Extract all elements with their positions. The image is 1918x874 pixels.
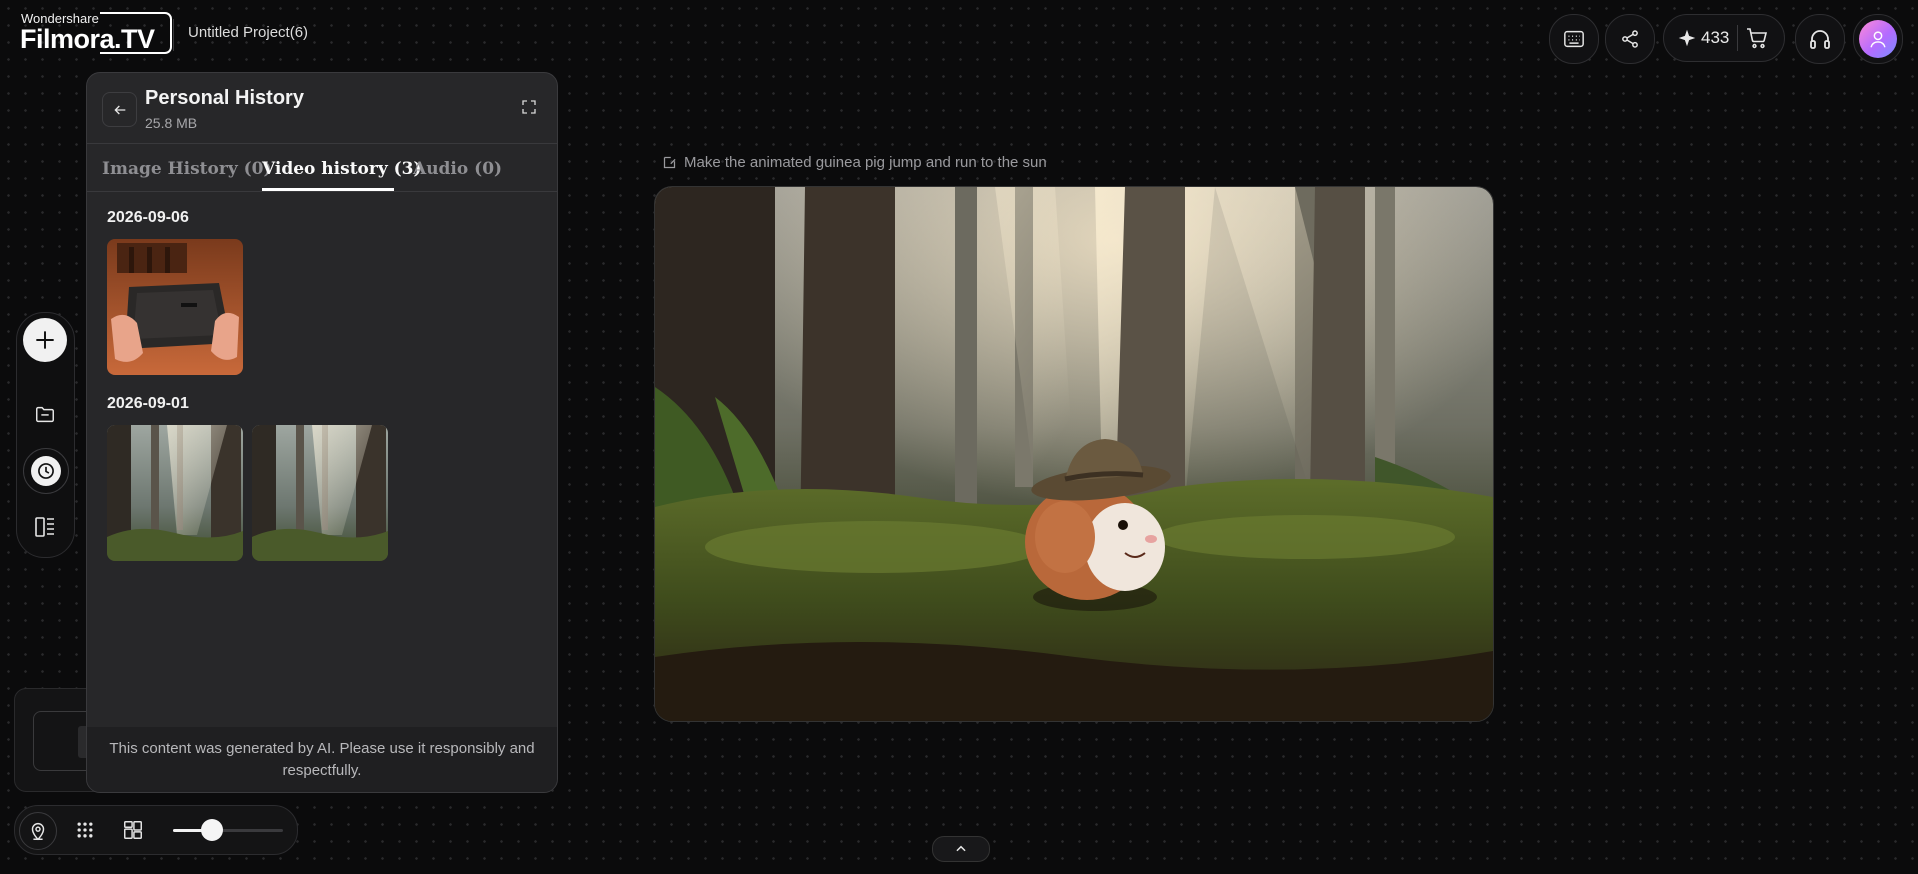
divider: [173, 19, 174, 51]
tab-audio[interactable]: Audio (0): [413, 159, 502, 179]
headset-icon: [1810, 30, 1830, 49]
sparkle-icon: [1678, 29, 1696, 47]
folder-button[interactable]: [23, 392, 67, 436]
canvas-toolbar: [14, 805, 298, 855]
share-icon: [1622, 30, 1638, 48]
history-icon: [31, 456, 61, 486]
divider: [87, 143, 557, 144]
templates-button[interactable]: [23, 505, 67, 549]
cart-icon[interactable]: [1745, 26, 1769, 50]
project-name[interactable]: Untitled Project(6): [188, 24, 308, 41]
date-group-label: 2026-09-06: [107, 209, 189, 226]
chevron-up-icon: [956, 845, 966, 852]
divider: [1737, 25, 1739, 51]
video-thumbnail[interactable]: [252, 425, 388, 561]
zoom-slider-handle[interactable]: [200, 819, 223, 841]
grid-view-button[interactable]: [67, 812, 103, 848]
edit-prompt-icon: [663, 156, 676, 169]
location-pin-icon: [31, 823, 45, 841]
prompt-text: Make the animated guinea pig jump and ru…: [684, 154, 1047, 171]
video-thumbnail[interactable]: [107, 239, 243, 375]
layout-icon: [35, 517, 54, 537]
video-preview[interactable]: [654, 186, 1494, 722]
ai-disclaimer: This content was generated by AI. Please…: [87, 727, 557, 792]
keyboard-icon: [1564, 30, 1584, 48]
history-button[interactable]: [23, 448, 69, 494]
date-group-label: 2026-09-01: [107, 395, 189, 412]
video-thumbnail[interactable]: [107, 425, 243, 561]
forest-video-preview: [252, 425, 388, 561]
avatar: [1859, 20, 1897, 58]
panel-title: Personal History: [145, 87, 304, 109]
user-icon: [1870, 31, 1886, 48]
guinea-pig-forest-scene: [655, 187, 1493, 721]
add-button[interactable]: [23, 318, 67, 362]
divider: [87, 191, 557, 192]
share-button[interactable]: [1605, 14, 1655, 64]
tab-video-history[interactable]: Video history (3): [262, 159, 422, 179]
storage-size: 25.8 MB: [145, 115, 198, 131]
brand-frame: [100, 12, 172, 54]
keyboard-shortcuts-button[interactable]: [1549, 14, 1599, 64]
plus-icon: [36, 331, 54, 349]
collapse-panel-button[interactable]: [932, 836, 990, 862]
personal-history-panel: Personal History 25.8 MB Image History (…: [86, 72, 558, 793]
back-button[interactable]: [102, 92, 137, 127]
layout-view-button[interactable]: [115, 812, 151, 848]
expand-icon[interactable]: [521, 99, 537, 115]
credits-cart-group[interactable]: 433: [1663, 14, 1785, 62]
folder-icon: [36, 406, 54, 423]
dots-grid-icon: [77, 822, 93, 838]
user-avatar-button[interactable]: [1853, 14, 1903, 64]
layout-grid-icon: [124, 821, 142, 839]
credits-count: 433: [1701, 28, 1730, 47]
forest-video-preview: [107, 425, 243, 561]
support-button[interactable]: [1795, 14, 1845, 64]
tab-image-history[interactable]: Image History (0): [102, 159, 272, 179]
clock-icon: [38, 463, 54, 479]
prompt-row[interactable]: Make the animated guinea pig jump and ru…: [662, 154, 1047, 171]
tool-rail: [16, 312, 75, 558]
locate-button[interactable]: [19, 812, 57, 850]
arrow-left-icon: [113, 105, 125, 114]
filmora-logo[interactable]: Wondershare Filmora.TV: [20, 10, 172, 56]
box-video-preview: [107, 239, 243, 375]
